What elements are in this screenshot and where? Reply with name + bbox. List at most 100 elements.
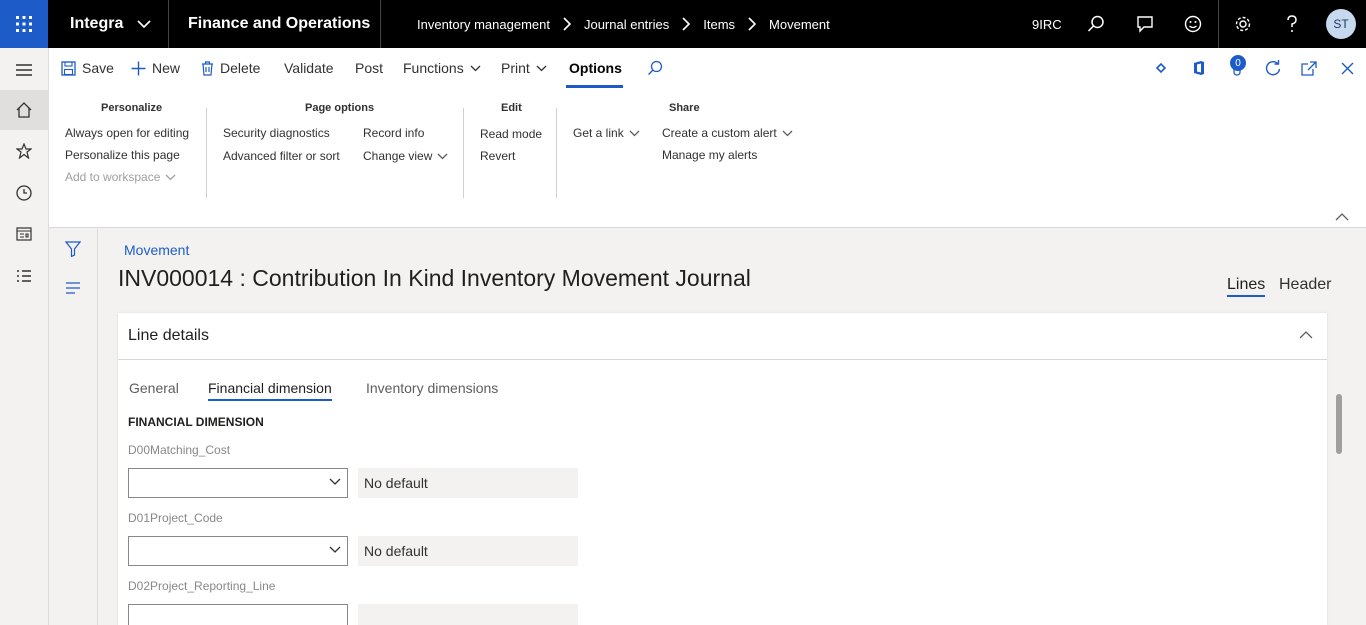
breadcrumb: Inventory management Journal entries Ite… [417, 0, 830, 48]
chevron-down-icon [329, 546, 341, 553]
breadcrumb-item[interactable]: Inventory management [417, 17, 550, 32]
chevron-down-icon [782, 130, 793, 136]
tab-financial-dimension[interactable]: Financial dimension [208, 380, 332, 401]
line-details-header[interactable]: Line details [118, 313, 1327, 360]
validate-button[interactable]: Validate [284, 48, 334, 88]
list-view-button[interactable] [65, 282, 81, 297]
functions-menu[interactable]: Functions [403, 48, 481, 88]
post-button[interactable]: Post [355, 48, 383, 88]
filter-button[interactable] [64, 241, 82, 260]
advanced-filter-button[interactable]: Advanced filter or sort [223, 149, 340, 163]
top-bar: Integra Finance and Operations Inventory… [0, 0, 1366, 48]
create-custom-alert-menu[interactable]: Create a custom alert [662, 126, 793, 140]
group-title: FINANCIAL DIMENSION [128, 415, 264, 429]
tab-header[interactable]: Header [1279, 276, 1331, 294]
hamburger-icon [16, 64, 32, 76]
always-open-for-editing-button[interactable]: Always open for editing [65, 126, 189, 140]
page-title: INV000014 : Contribution In Kind Invento… [118, 265, 751, 291]
diamond-icon [1155, 62, 1167, 74]
tab-options[interactable]: Options [569, 48, 622, 88]
avatar[interactable]: ST [1326, 9, 1356, 39]
divider [556, 108, 557, 198]
search-icon [648, 60, 663, 75]
collapse-card-button[interactable] [1299, 327, 1313, 342]
settings-button[interactable] [1228, 0, 1258, 48]
company-switcher[interactable]: Integra [70, 0, 151, 48]
create-custom-alert-label: Create a custom alert [662, 126, 777, 140]
feedback-button[interactable] [1178, 0, 1208, 48]
field-description: No default [358, 536, 578, 566]
save-button[interactable]: Save [61, 48, 114, 88]
clock-icon [16, 185, 32, 201]
office-button[interactable] [1192, 48, 1206, 88]
security-diagnostics-button[interactable]: Security diagnostics [223, 126, 330, 140]
breadcrumb-item[interactable]: Journal entries [584, 17, 669, 32]
delete-button[interactable]: Delete [201, 48, 260, 88]
collapse-ribbon-button[interactable] [1335, 209, 1349, 224]
tab-lines[interactable]: Lines [1227, 276, 1266, 297]
divider [380, 0, 381, 48]
d02-project-reporting-line-select[interactable] [128, 604, 348, 625]
read-mode-button[interactable]: Read mode [480, 127, 542, 141]
functions-label: Functions [403, 60, 464, 76]
nav-favorites[interactable] [0, 131, 48, 171]
list-icon [17, 270, 31, 282]
save-icon [61, 60, 76, 76]
revert-button[interactable]: Revert [480, 149, 515, 163]
search-button[interactable] [1081, 0, 1111, 48]
action-pane: Save New Delete Validate Post Functions … [49, 48, 1366, 88]
action-search-button[interactable] [647, 48, 663, 88]
message-icon [1137, 16, 1153, 33]
side-tools [49, 229, 98, 625]
main-content: Movement INV000014 : Contribution In Kin… [98, 229, 1366, 625]
power-apps-button[interactable] [1153, 48, 1169, 88]
refresh-icon [1265, 60, 1281, 76]
tab-inventory-dimensions[interactable]: Inventory dimensions [366, 380, 498, 396]
scrollbar-thumb[interactable] [1336, 394, 1342, 454]
change-view-menu[interactable]: Change view [363, 149, 448, 163]
nav-workspaces[interactable] [0, 214, 48, 254]
open-new-window-button[interactable] [1301, 48, 1317, 88]
chevron-down-icon [329, 478, 341, 485]
form-caption-link[interactable]: Movement [124, 242, 189, 258]
nav-recent[interactable] [0, 173, 48, 213]
close-icon [1341, 62, 1354, 74]
breadcrumb-item[interactable]: Items [703, 17, 735, 32]
chevron-down-icon [165, 174, 176, 180]
home-icon [16, 102, 32, 118]
messages-button[interactable] [1130, 0, 1160, 48]
new-button[interactable]: New [131, 48, 180, 88]
personalize-this-page-button[interactable]: Personalize this page [65, 148, 180, 162]
hamburger-menu-button[interactable] [0, 50, 48, 90]
field-description: No default [358, 468, 578, 498]
share-group-header: Share [669, 102, 700, 114]
add-to-workspace-label: Add to workspace [65, 170, 161, 184]
legal-entity[interactable]: 9IRC [1032, 0, 1062, 48]
field-label: D00Matching_Cost [128, 443, 231, 457]
app-launcher-button[interactable] [0, 0, 48, 48]
smiley-icon [1184, 15, 1202, 33]
close-button[interactable] [1341, 48, 1354, 88]
trash-icon [202, 60, 213, 76]
breadcrumb-item[interactable]: Movement [769, 17, 830, 32]
print-menu[interactable]: Print [501, 48, 547, 88]
help-icon [1287, 15, 1297, 32]
refresh-button[interactable] [1265, 48, 1281, 88]
nav-home[interactable] [0, 90, 48, 130]
nav-modules[interactable] [0, 256, 48, 296]
divider [168, 0, 169, 48]
d01-project-code-select[interactable] [128, 536, 348, 566]
help-button[interactable] [1277, 0, 1307, 48]
divider [1218, 0, 1219, 48]
popout-icon [1301, 60, 1317, 76]
notification-badge: 0 [1230, 55, 1246, 71]
record-info-button[interactable]: Record info [363, 126, 424, 140]
tab-general[interactable]: General [129, 380, 179, 396]
field-label: D01Project_Code [128, 511, 223, 525]
field-description [358, 604, 578, 625]
get-a-link-menu[interactable]: Get a link [573, 126, 640, 140]
change-view-label: Change view [363, 149, 433, 163]
d00-matching-cost-select[interactable] [128, 468, 348, 498]
manage-my-alerts-button[interactable]: Manage my alerts [662, 148, 757, 162]
chevron-up-icon [1299, 331, 1313, 339]
